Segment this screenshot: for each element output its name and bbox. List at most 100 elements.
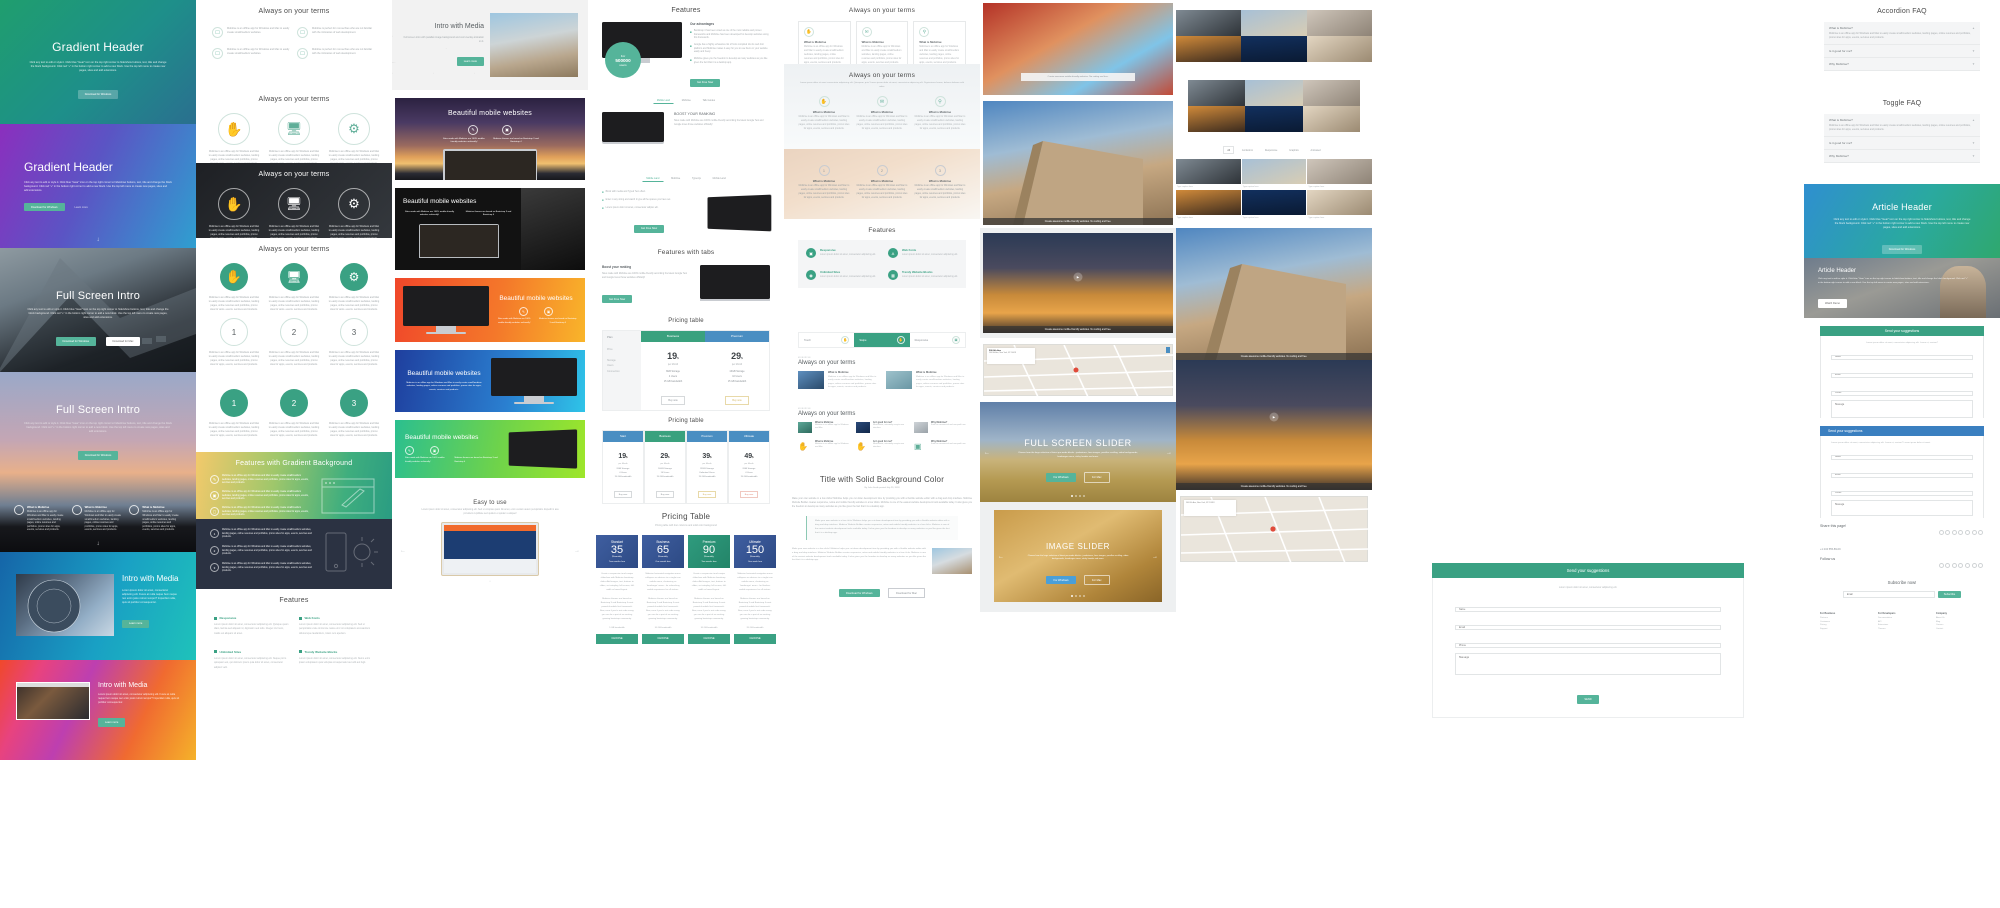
message-field[interactable]	[1831, 500, 1973, 516]
gallery-tile[interactable]	[1176, 10, 1241, 36]
youtube-icon[interactable]	[1972, 563, 1977, 568]
block-terms-3-numbers-solid[interactable]: 1 Mobirise is an offline app for Windows…	[196, 381, 392, 452]
slider-next-button[interactable]: →	[1152, 554, 1158, 560]
get-free-button[interactable]: Get Free Now	[634, 225, 664, 233]
get-free-button[interactable]: Get Free Now	[690, 79, 720, 87]
buy-now-button[interactable]: Buy now	[725, 396, 748, 405]
block-full-screen-intro-2[interactable]: Full Screen Intro Click any text to edit…	[0, 372, 196, 552]
gallery-tile[interactable]	[1188, 106, 1245, 132]
block-intro-with-media-1[interactable]: Intro with Media Lorem ipsum dolor sit a…	[0, 552, 196, 660]
block-video-city[interactable]: ► Create awesome mobile-friendly website…	[980, 228, 1176, 338]
toggle-list[interactable]: What is Mobirise? Mobirise is an offline…	[1824, 114, 1980, 163]
gallery-item[interactable]: Type caption here	[1176, 159, 1241, 189]
phone-field[interactable]	[1831, 391, 1973, 396]
block-image-cube[interactable]: Create awesome mobile-friendly websites.…	[980, 98, 1176, 228]
download-windows-button[interactable]: Download for Windows	[56, 337, 97, 345]
accordion-item[interactable]: What is Mobirise? Mobirise is an offline…	[1824, 22, 1980, 45]
block-terms-media-2col[interactable]: MOBIRISE Always on your terms What is Mo…	[784, 351, 980, 403]
choose-button[interactable]: CHOOSE	[596, 634, 638, 644]
map-info-card[interactable]: 500 8th Ave 500 8th Ave, New York, NY 10…	[987, 348, 1035, 364]
message-field[interactable]	[1831, 400, 1973, 418]
block-features-dark-numbered[interactable]: 1 Mobirise is an offline app for Windows…	[196, 519, 392, 589]
footer-link[interactable]: Extensions	[1878, 624, 1926, 626]
gallery-tile[interactable]	[1307, 36, 1372, 62]
facebook-icon[interactable]	[1939, 563, 1944, 568]
slider-prev-button[interactable]: ←	[400, 548, 406, 554]
choose-button[interactable]: CHOOSE	[688, 634, 730, 644]
footer-link[interactable]: Partners	[1820, 617, 1868, 619]
accordion-list[interactable]: What is Mobirise? Mobirise is an offline…	[1824, 22, 1980, 71]
twitter-icon[interactable]	[1945, 530, 1950, 535]
footer-link[interactable]: Customers	[1820, 621, 1868, 623]
block-boost-ranking-tabs[interactable]: Mobile Land Mobirise Talk Guides BOOST Y…	[588, 92, 784, 170]
download-windows-button[interactable]: Download for Windows	[78, 451, 119, 459]
learn-more-button[interactable]: Learn more	[122, 620, 149, 628]
linkedin-icon[interactable]	[1952, 563, 1957, 568]
chevron-down-icon[interactable]: ▼	[1972, 62, 1975, 66]
gallery-item[interactable]: Type caption here	[1242, 190, 1307, 220]
accordion-item[interactable]: Is it good for me? ▼	[1824, 45, 1980, 58]
for-mac-button[interactable]: For Mac	[1084, 575, 1110, 585]
block-gallery-grid-boxed[interactable]	[1176, 72, 1372, 142]
block-features-grid-icons[interactable]: Features ▣ Responsive Lorem ipsum dolor …	[784, 219, 980, 329]
slider-next-button[interactable]: →	[1166, 450, 1172, 456]
play-icon[interactable]: ►	[1074, 273, 1083, 282]
pricing-plan-business[interactable]: Business 65 $/monthly One month free Mob…	[642, 535, 684, 644]
tab-list[interactable]: Mobile Land Mobirise Typed.js Mobile Lan…	[588, 170, 784, 182]
footer-link[interactable]: Themes	[1878, 628, 1926, 630]
buy-now-button[interactable]: Buy now	[740, 491, 758, 498]
block-image-slider[interactable]: IMAGE SLIDER Choose from the large selec…	[980, 502, 1176, 612]
block-image-red[interactable]: Create awesome mobile-friendly websites.…	[980, 0, 1176, 98]
email-field[interactable]	[1831, 473, 1973, 478]
block-contact-follow[interactable]: +1 234 555-89-09 Follow us	[1804, 544, 2000, 574]
instagram-icon[interactable]	[1965, 530, 1970, 535]
block-gradient-header-1[interactable]: Gradient Header Click any text to edit o…	[0, 0, 196, 124]
choose-button[interactable]: CHOOSE	[642, 634, 684, 644]
filter-jumbotron[interactable]: Jumbotron	[1237, 146, 1257, 154]
block-terms-3-outline-icons[interactable]: Always on your terms ✋ Mobirise is an of…	[196, 88, 392, 163]
block-features-with-tabs[interactable]: Features with tabs Boost your ranking Si…	[588, 242, 784, 312]
gallery-item[interactable]: Type caption here	[1176, 190, 1241, 220]
block-mobile-sites-dark[interactable]: Beautiful mobile websites Sites made wit…	[395, 188, 585, 270]
block-easy-to-use-slider[interactable]: Easy to use Lorem ipsum dolor sit amet, …	[392, 494, 588, 602]
slider-next-button[interactable]: →	[574, 548, 580, 554]
footer-link[interactable]: Support	[1820, 628, 1868, 630]
block-features-checklist[interactable]: Features Responsive Lorem ipsum dolor si…	[196, 589, 392, 699]
pricing-plan-standart[interactable]: Standart 35 $/monthly Two months free Cr…	[596, 535, 638, 644]
slider-prev-button[interactable]: ←	[998, 554, 1004, 560]
block-features-advantages[interactable]: Features For 500000 users Our advantages…	[588, 0, 784, 92]
toggle-item[interactable]: Is it good for me? ▼	[1824, 137, 1980, 150]
youtube-icon[interactable]	[1972, 530, 1977, 535]
footer-link[interactable]: Careers	[1936, 624, 1984, 626]
pricing-plan-business[interactable]: Business 29$ per Month 16GB Storage 10 U…	[644, 430, 686, 504]
footer-link[interactable]: Documentation	[1878, 617, 1926, 619]
footer-link[interactable]: Contact	[1936, 628, 1984, 630]
map-canvas[interactable]: 500 8th Ave, New York, NY 10018	[1180, 496, 1368, 562]
map-info-card[interactable]: 500 8th Ave, New York, NY 10018	[1184, 500, 1236, 516]
pricing-plan-ultimate[interactable]: Ultimate 49$ per Month 8GB Storage 4 Use…	[728, 430, 770, 504]
buy-now-button[interactable]: Buy now	[614, 491, 632, 498]
chevron-down-icon[interactable]: ▼	[1972, 141, 1975, 145]
gallery-filter-bar[interactable]: All Jumbotron Responsive Graphics Animat…	[1176, 146, 1372, 154]
map-canvas[interactable]: 500 8th Ave 500 8th Ave, New York, NY 10…	[983, 344, 1173, 396]
filter-all[interactable]: All	[1223, 146, 1234, 154]
pricing-plan-start[interactable]: Start 19$ per Month 8GB Storage 4 Users …	[602, 430, 644, 504]
block-terms-3-solid-icons[interactable]: Always on your terms ✋ Mobirise is an of…	[196, 238, 392, 310]
block-terms-3-numbered-photo[interactable]: 1 What is Mobirise Mobirise is an offlin…	[784, 149, 980, 219]
block-map[interactable]: 500 8th Ave 500 8th Ave, New York, NY 10…	[980, 338, 1176, 402]
gallery-tile[interactable]	[1241, 36, 1306, 62]
scroll-down-icon[interactable]: ↓	[97, 237, 100, 243]
download-mac-button[interactable]: Download for Mac	[888, 588, 925, 598]
instagram-icon[interactable]	[1965, 563, 1970, 568]
download-windows-button[interactable]: Download for Windows	[1882, 245, 1923, 253]
message-field[interactable]	[1455, 653, 1721, 675]
block-terms-3-numbers-outline[interactable]: 1 Mobirise is an offline app for Windows…	[196, 310, 392, 381]
feature-card[interactable]: ✋ What is Mobirise Mobirise is an offlin…	[798, 21, 851, 64]
accordion-item[interactable]: Why Mobirise? ▼	[1824, 58, 1980, 71]
block-toggle-faq[interactable]: Toggle FAQ What is Mobirise? Mobirise is…	[1804, 92, 2000, 184]
filter-responsive[interactable]: Responsive	[1261, 146, 1282, 154]
download-windows-button[interactable]: Download for Windows	[78, 90, 119, 98]
download-windows-button[interactable]: Download for Windows	[24, 203, 65, 211]
block-gradient-header-2[interactable]: Gradient Header Click any text to edit o…	[0, 124, 196, 248]
block-share-this-page[interactable]: Share this page!	[1804, 518, 2000, 544]
